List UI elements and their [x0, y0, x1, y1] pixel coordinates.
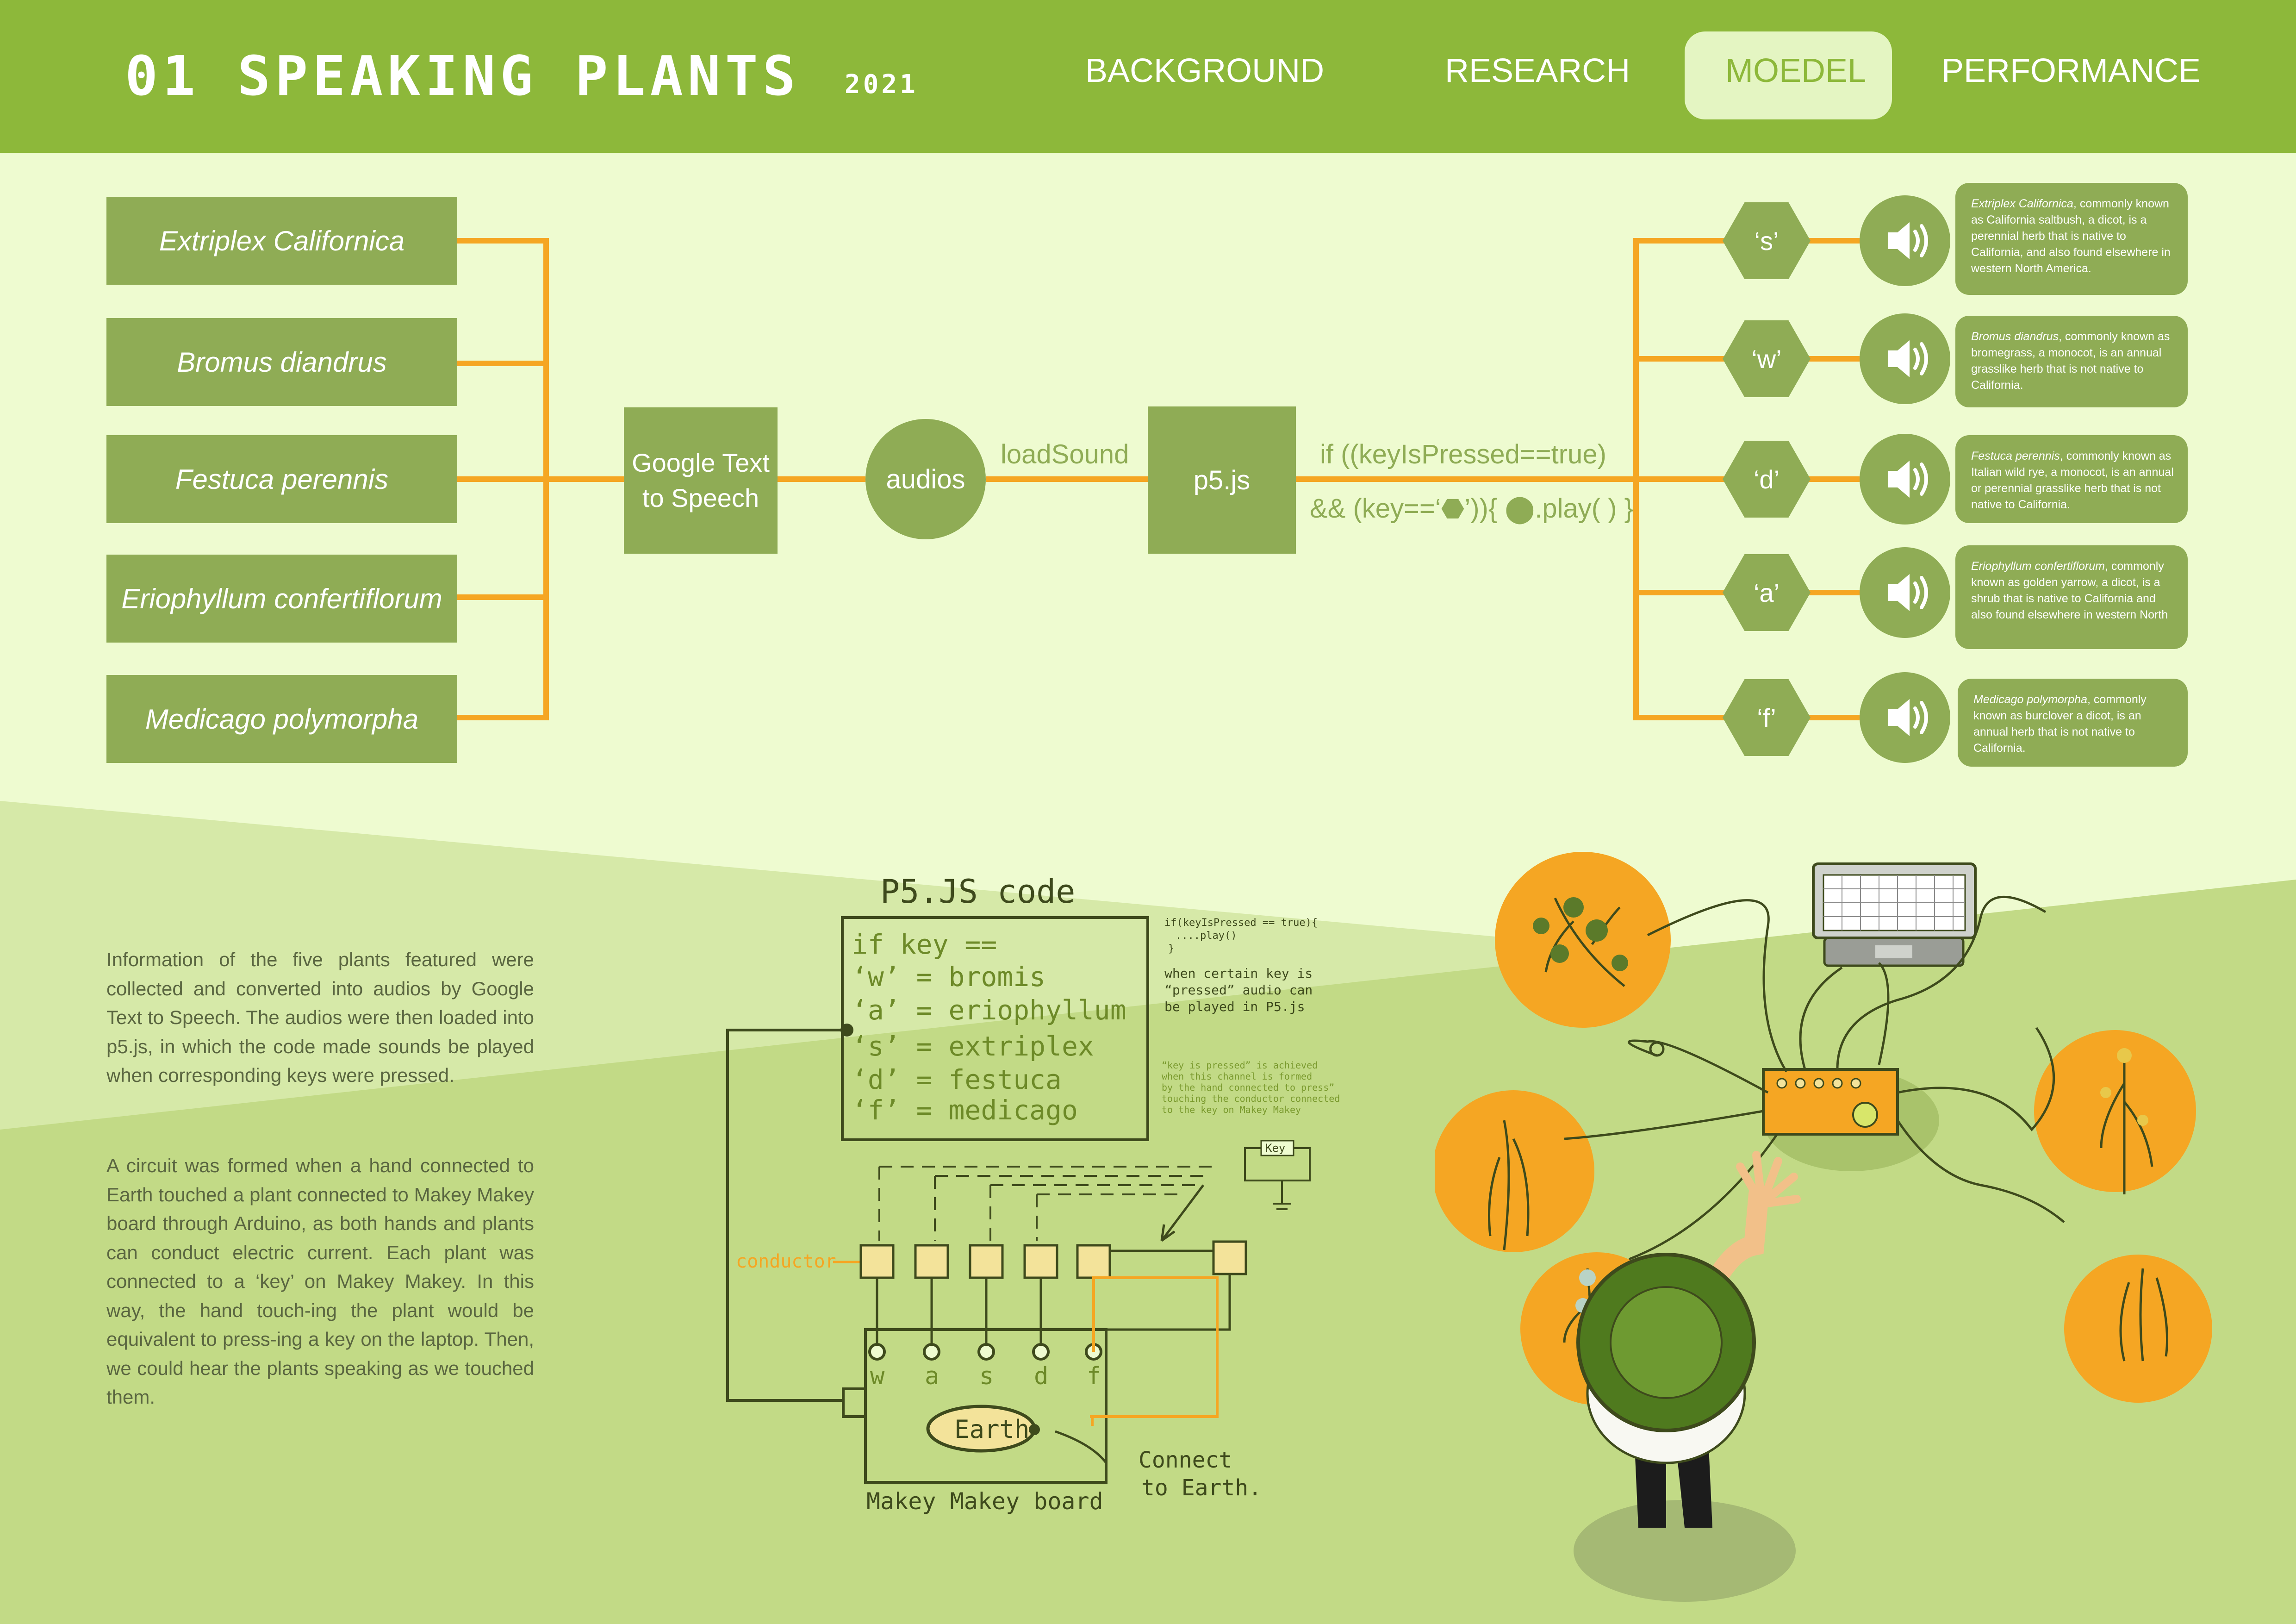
board-key-a: a	[925, 1362, 939, 1390]
board-key-f: f	[1087, 1362, 1101, 1390]
description-medicago: Medicago polymorpha, commonly known as b…	[1958, 679, 2188, 767]
p5js-label: p5.js	[1193, 465, 1251, 495]
description-bromus: Bromus diandrus, commonly known as brome…	[1955, 316, 2188, 407]
sketch-code-line: ‘f’ = medicago	[852, 1094, 1078, 1126]
key-symbol	[1244, 1147, 1311, 1210]
sketch-code-line: ‘s’ = extriplex	[852, 1031, 1094, 1062]
code-line-1: if ((keyIsPressed==true)	[1320, 439, 1606, 469]
plant-box-eriophyllum: Eriophyllum confertiflorum	[106, 555, 457, 643]
code-line-2: && (key==‘⬣’)){ ⬤.play( ) }	[1310, 493, 1633, 524]
board-label: Makey Makey board	[866, 1488, 1103, 1515]
info-paragraph-2: A circuit was formed when a hand connect…	[106, 1155, 534, 1408]
sketch-note-text: “pressed” audio can	[1164, 982, 1313, 998]
description-name: Extriplex Californica	[1971, 197, 2073, 210]
person-figure	[1576, 1151, 1801, 1528]
description-name: Bromus diandrus	[1971, 330, 2059, 343]
sketch-note-small: touching the conductor connected	[1162, 1093, 1340, 1104]
speaker-icon[interactable]	[1860, 195, 1950, 286]
speaker-icon[interactable]	[1860, 672, 1950, 763]
audios-label: audios	[886, 464, 965, 494]
speaker-icon[interactable]	[1860, 547, 1950, 638]
hat-top	[1610, 1286, 1723, 1399]
description-name: Eriophyllum confertiflorum	[1971, 560, 2105, 573]
earth-label: Earth	[954, 1415, 1030, 1444]
description-name: Festuca perennis	[1971, 450, 2060, 462]
sketch-code-lines: if key == ‘w’ = bromis ‘a’ = eriophyllum…	[852, 929, 1126, 1126]
board-key-d: d	[1034, 1362, 1048, 1390]
description-extriplex: Extriplex Californica, commonly known as…	[1955, 183, 2188, 295]
circuit-loop	[1090, 1276, 1219, 1426]
audios-node: audios	[865, 419, 986, 539]
conductor-label: conductor	[736, 1251, 836, 1272]
key-label: Key	[1265, 1142, 1285, 1155]
sketch-code-line: ‘w’ = bromis	[852, 961, 1045, 993]
sketch-code-line: ‘d’ = festuca	[852, 1064, 1062, 1095]
tts-node: Google Text to Speech	[624, 407, 778, 554]
board-key-s: s	[979, 1362, 994, 1390]
circuit-sketch: P5.JS code if key == ‘w’ = bromis ‘a’ = …	[726, 873, 1340, 1515]
speaker-icon[interactable]	[1860, 313, 1950, 404]
loadsound-label: loadSound	[1001, 439, 1129, 469]
plant-box-extriplex: Extriplex Californica	[106, 197, 457, 285]
sketch-note-code: ....play()	[1176, 930, 1237, 942]
sketch-title: P5.JS code	[880, 873, 1075, 911]
laptop-icon	[1812, 862, 1977, 967]
description-festuca: Festuca perennis, commonly known as Ital…	[1955, 435, 2188, 523]
board-key-w: w	[870, 1362, 885, 1390]
makey-makey-device	[1762, 1068, 1899, 1136]
sketch-code-line: ‘a’ = eriophyllum	[852, 994, 1126, 1026]
p5js-node: p5.js	[1148, 406, 1296, 554]
description-name: Medicago polymorpha	[1973, 693, 2087, 706]
connect-label: to Earth.	[1141, 1475, 1262, 1501]
description-eriophyllum: Eriophyllum confertiflorum, commonly kno…	[1955, 545, 2188, 649]
sketch-note-text: when certain key is	[1164, 966, 1313, 981]
connect-label: Connect	[1139, 1447, 1232, 1473]
speaker-icon[interactable]	[1860, 434, 1950, 525]
conductor-pads	[859, 1240, 1247, 1279]
sketch-note-small: to the key on Makey Makey	[1162, 1104, 1301, 1115]
plant-box-festuca: Festuca perennis	[106, 435, 457, 523]
sketch-note-code: if(keyIsPressed == true){	[1164, 917, 1318, 929]
plant-box-bromus: Bromus diandrus	[106, 318, 457, 406]
info-paragraph-1: Information of the five plants featured …	[106, 949, 534, 1086]
sketch-note-small: “key is pressed” is achieved	[1162, 1060, 1318, 1071]
sketch-note-small: by the hand connected to press”	[1162, 1082, 1334, 1093]
tts-label: Google Text to Speech	[632, 448, 770, 512]
performance-illustration	[1435, 852, 2212, 1602]
sketch-note-small: when this channel is formed	[1162, 1071, 1312, 1082]
sketch-note-text: be played in P5.js	[1164, 999, 1305, 1014]
sketch-note-code: }	[1168, 943, 1174, 955]
sketch-code-line: if key ==	[852, 929, 997, 960]
plant-box-medicago: Medicago polymorpha	[106, 675, 457, 763]
